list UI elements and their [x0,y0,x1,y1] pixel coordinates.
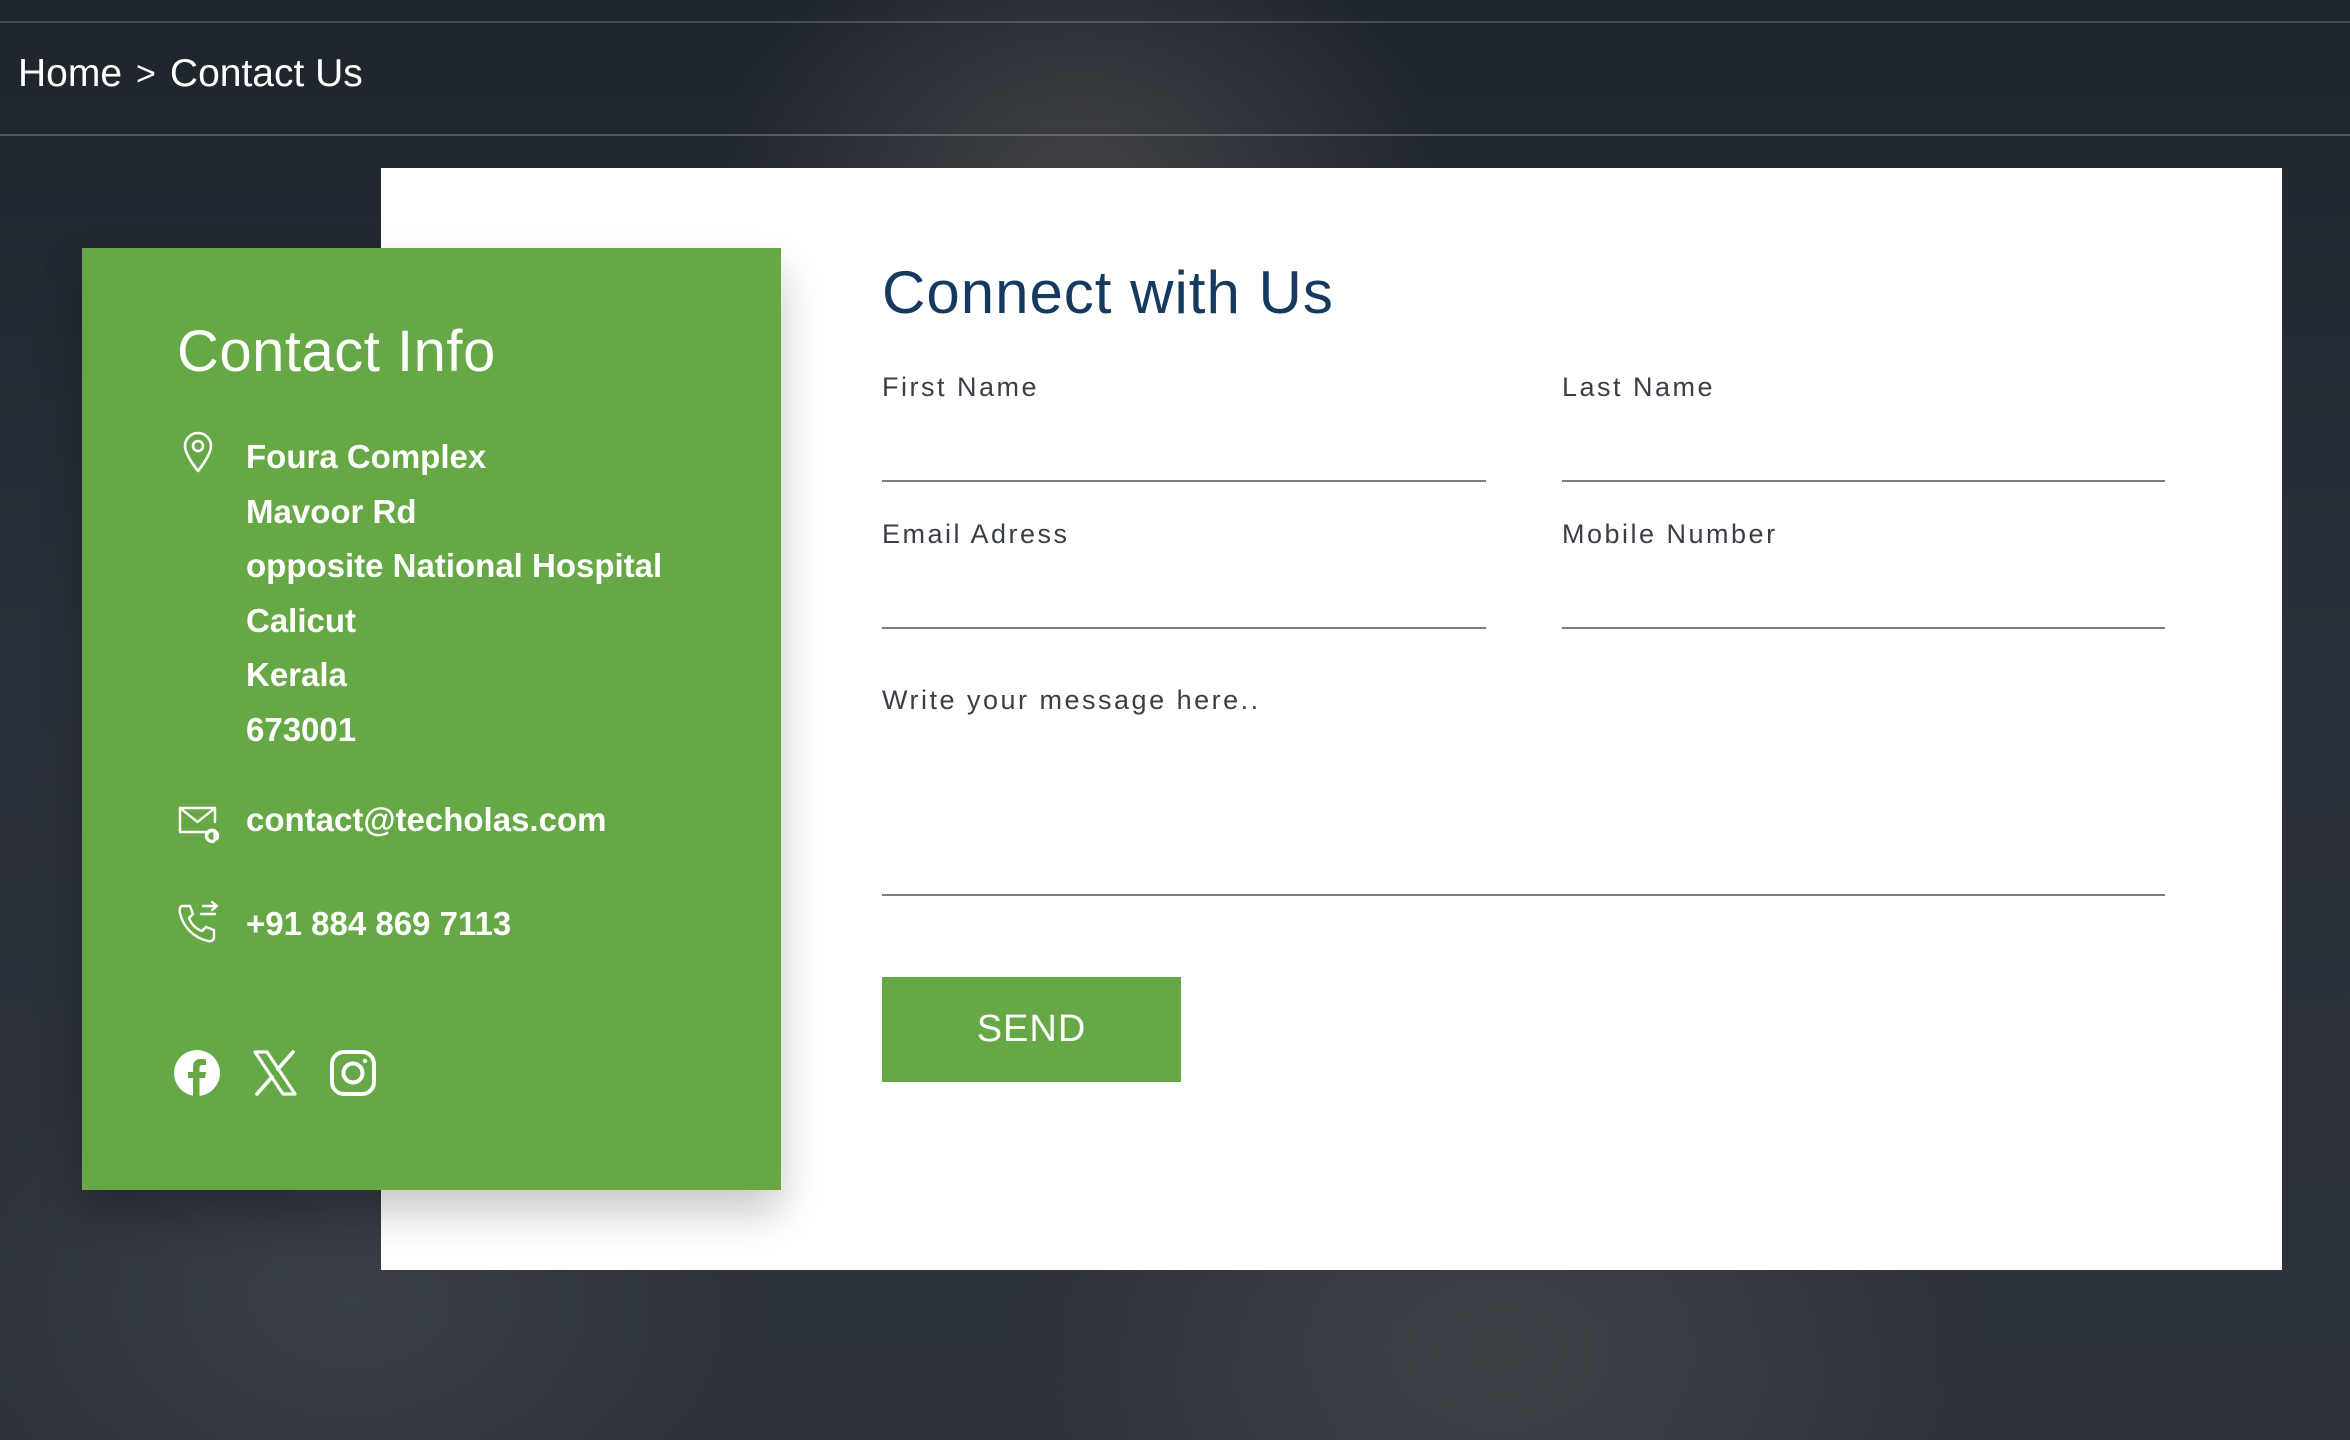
instagram-icon[interactable] [328,1048,378,1098]
breadcrumb: Home > Contact Us [18,52,363,96]
social-links [172,1048,378,1098]
last-name-label: Last Name [1562,372,1716,402]
first-name-input[interactable] [882,480,1486,482]
address-row [175,428,221,474]
x-twitter-icon[interactable] [250,1048,300,1098]
address-lines: Foura Complex Mavoor Rd opposite Nationa… [246,430,662,757]
email-address-label: Email Adress [882,519,1070,549]
mobile-number-label: Mobile Number [1562,519,1778,549]
header-divider-top [0,21,2350,23]
breadcrumb-current: Contact Us [169,52,363,95]
email-row [175,800,221,846]
address-line: Kerala [246,656,347,693]
phone-icon [175,900,221,946]
header-divider-bottom [0,134,2350,136]
contact-info-panel: Contact Info Foura Complex Mavoor Rd opp… [82,248,781,1190]
form-title: Connect with Us [882,259,1334,326]
send-button[interactable]: SEND [882,977,1181,1082]
mobile-number-input[interactable] [1562,627,2165,629]
first-name-label: First Name [882,372,1040,402]
breadcrumb-separator: > [136,54,156,93]
phone-text[interactable]: +91 884 869 7113 [246,905,511,943]
address-line: Mavoor Rd [246,492,417,530]
phone-row [175,900,221,946]
location-pin-icon [175,428,221,474]
email-address-input[interactable] [882,627,1486,629]
address-line: 673001 [246,710,357,748]
mail-icon [175,800,221,846]
breadcrumb-home-link[interactable]: Home [18,52,122,96]
email-text[interactable]: contact@techolas.com [246,801,606,839]
address-line: opposite National Hospital [246,547,663,584]
last-name-input[interactable] [1562,480,2165,482]
address-line: Foura Complex [246,438,487,475]
message-placeholder: Write your message here.. [882,685,1261,715]
message-textarea[interactable] [882,894,2165,896]
facebook-icon[interactable] [172,1048,222,1098]
contact-info-title: Contact Info [177,319,496,384]
address-line: Calicut [246,601,357,639]
